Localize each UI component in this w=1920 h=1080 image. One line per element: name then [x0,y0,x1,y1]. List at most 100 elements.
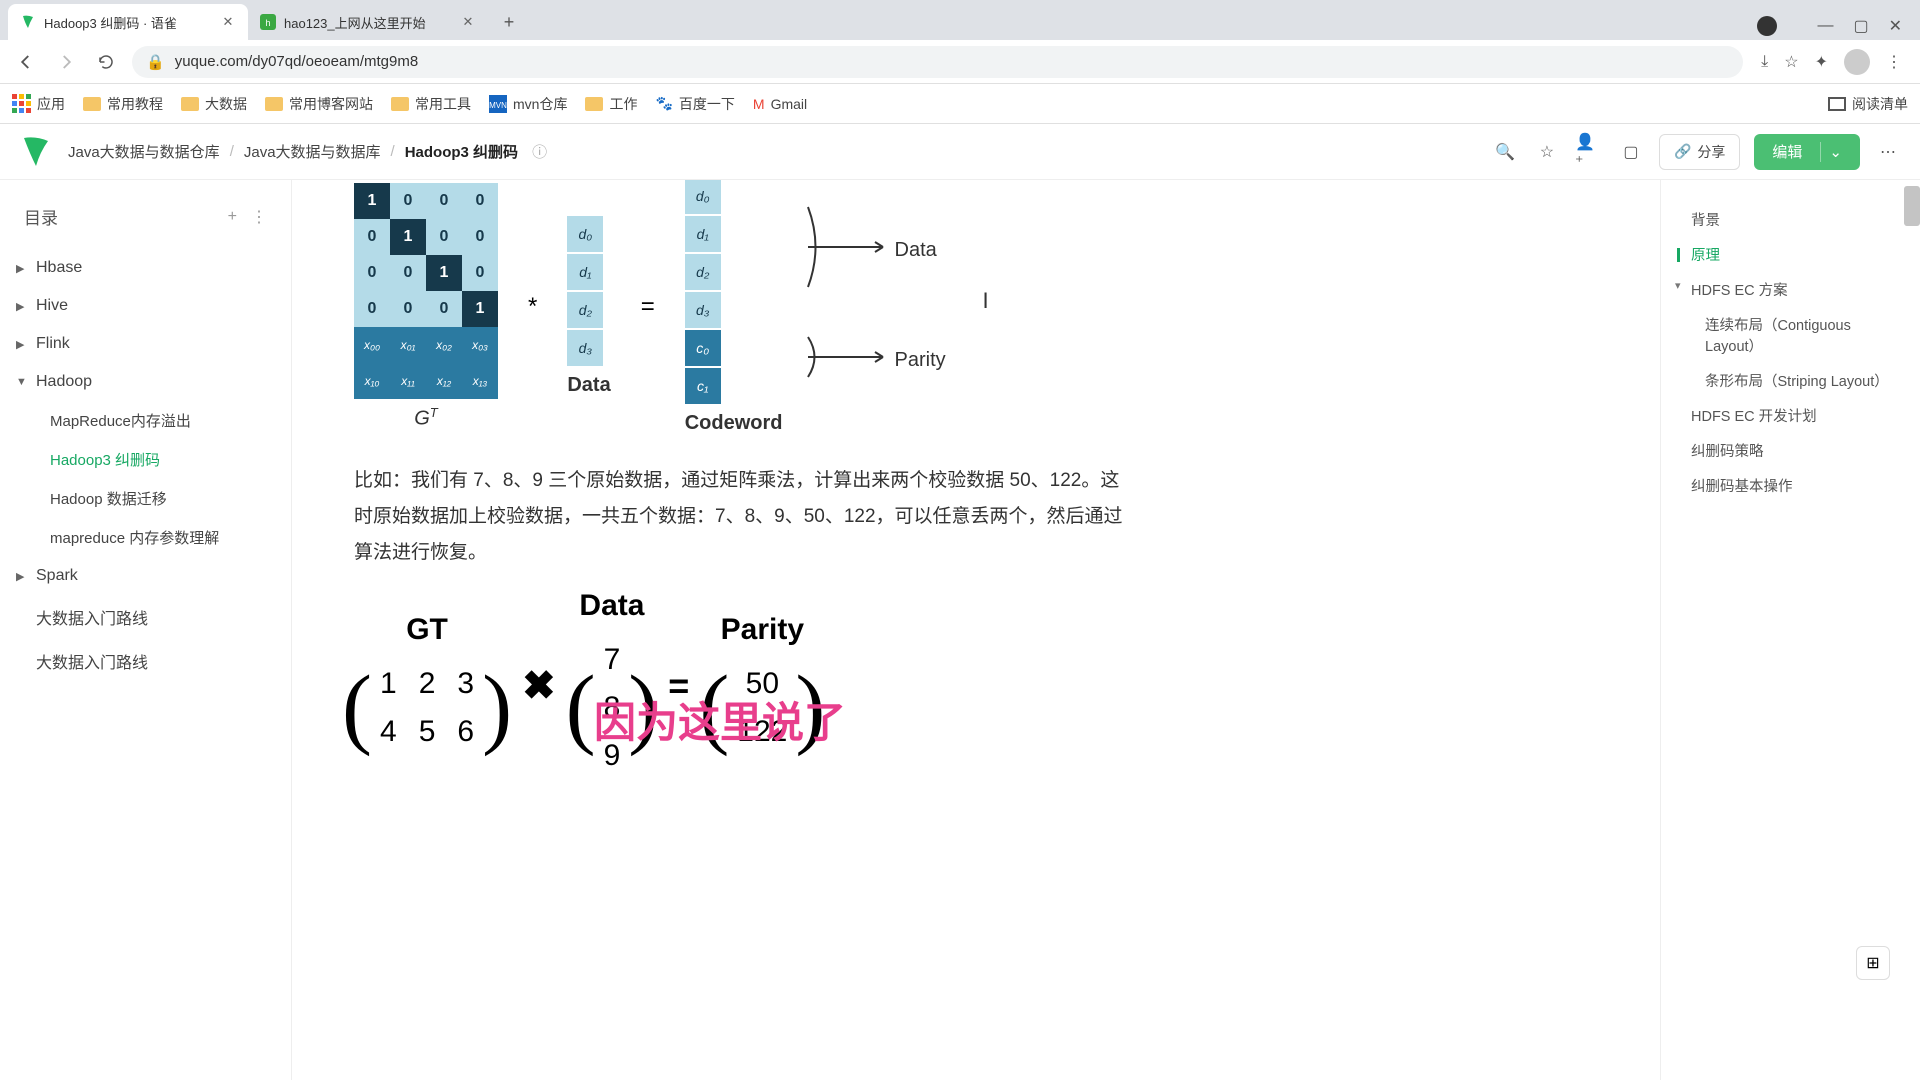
kebab-menu-icon[interactable]: ⋮ [1886,52,1902,72]
star-icon[interactable]: ☆ [1533,138,1561,166]
more-menu-icon[interactable]: ⋯ [1874,138,1902,166]
parity-matrix: ( 50122 ) [711,657,813,759]
browser-tabs-bar: Hadoop3 纠删码 · 语雀 ✕ h hao123_上网从这里开始 ✕ + … [0,0,1920,40]
caret-right-icon: ▶ [16,300,30,313]
bookmark-folder[interactable]: 工作 [585,94,637,114]
edit-button[interactable]: 编辑⌄ [1754,134,1860,170]
bookmarks-bar: 应用 常用教程 大数据 常用博客网站 常用工具 MVNmvn仓库 工作 🐾百度一… [0,84,1920,124]
toc-item-spark[interactable]: ▶Spark [10,557,281,595]
toc-menu-icon[interactable]: ⋮ [251,207,267,227]
reading-list-icon [1828,97,1846,111]
info-icon[interactable]: ⓘ [532,141,547,162]
close-window-icon[interactable]: ✕ [1889,16,1902,36]
toc-subitem[interactable]: MapReduce内存溢出 [44,401,281,440]
minimize-icon[interactable]: — [1817,17,1833,35]
profile-indicator-icon[interactable] [1757,16,1777,36]
yuque-logo-icon[interactable] [18,134,54,170]
close-tab-icon[interactable]: ✕ [460,14,476,30]
toc-item-hive[interactable]: ▶Hive [10,287,281,325]
article-paragraph: 比如：我们有 7、8、9 三个原始数据，通过矩阵乘法，计算出来两个校验数据 50… [354,463,1124,571]
search-icon[interactable]: 🔍 [1491,138,1519,166]
encoding-diagram: 1000010000100001x₀₀x₀₁x₀₂x₀₃x₁₀x₁₁x₁₂x₁₃… [354,180,1608,435]
folder-icon [585,97,603,111]
browser-tab-active[interactable]: Hadoop3 纠删码 · 语雀 ✕ [8,4,248,40]
bookmark-star-icon[interactable]: ☆ [1784,52,1798,72]
breadcrumb-item[interactable]: Java大数据与数据库 [244,141,381,162]
outline-item[interactable]: HDFS EC 方案 [1677,272,1904,307]
reload-button[interactable] [92,48,120,76]
folder-icon [391,97,409,111]
bookmark-folder[interactable]: 大数据 [181,94,247,114]
user-avatar-icon[interactable] [1844,49,1870,75]
parity-out-label: Parity [895,349,946,372]
breadcrumb-item[interactable]: Java大数据与数据仓库 [68,141,220,162]
url-text: yuque.com/dy07qd/oeoeam/mtg9m8 [175,53,418,70]
add-person-icon[interactable]: 👤⁺ [1575,138,1603,166]
browser-tab-inactive[interactable]: h hao123_上网从这里开始 ✕ [248,4,488,40]
data-out-label: Data [895,239,937,262]
link-icon: 🔗 [1674,143,1691,160]
reading-list-button[interactable]: 阅读清单 [1828,94,1908,114]
lock-icon: 🔒 [146,53,165,71]
caret-right-icon: ▶ [16,262,30,275]
outline-subitem[interactable]: 条形布局（Striping Layout） [1677,363,1904,398]
add-toc-item-icon[interactable]: + [228,208,237,226]
gt-title: GT [406,613,448,647]
outline-item[interactable]: 背景 [1677,202,1904,237]
share-button[interactable]: 🔗分享 [1659,134,1740,170]
equals-symbol: = [641,293,655,321]
multiply-symbol: * [528,293,537,321]
bookmark-folder[interactable]: 常用教程 [83,94,163,114]
install-icon[interactable]: ⤓ [1761,53,1768,71]
toc-item-hbase[interactable]: ▶Hbase [10,249,281,287]
outline-item-active[interactable]: 原理 [1677,237,1904,272]
data-vector: d₀d₁d₂d₃ [567,216,610,366]
extensions-icon[interactable]: ✦ [1815,52,1828,72]
outline-item[interactable]: 纠删码基本操作 [1677,468,1904,503]
baidu-icon: 🐾 [655,95,672,112]
left-toc: 目录 + ⋮ ▶Hbase ▶Hive ▶Flink ▼Hadoop MapRe… [0,180,292,1080]
present-icon[interactable]: ▢ [1617,138,1645,166]
gt-matrix: 1000010000100001x₀₀x₀₁x₀₂x₀₃x₁₀x₁₁x₁₂x₁₃ [354,183,498,399]
bookmark-item[interactable]: MGmail [753,96,807,112]
toc-subitem[interactable]: mapreduce 内存参数理解 [44,518,281,557]
caret-right-icon: ▶ [16,570,30,583]
svg-text:MVN: MVN [489,101,507,110]
bookmark-folder[interactable]: 常用工具 [391,94,471,114]
toc-item[interactable]: ▶大数据入门路线 [10,595,281,639]
new-tab-button[interactable]: + [494,7,524,37]
chevron-down-icon[interactable]: ⌄ [1829,143,1842,161]
url-input[interactable]: 🔒 yuque.com/dy07qd/oeoeam/mtg9m8 [132,46,1743,78]
caret-right-icon: ▶ [16,338,30,351]
caret-down-icon: ▼ [16,376,30,388]
outline-item[interactable]: 纠删码策略 [1677,433,1904,468]
bookmark-item[interactable]: MVNmvn仓库 [489,94,567,114]
maximize-icon[interactable]: ▢ [1853,16,1868,36]
address-bar: 🔒 yuque.com/dy07qd/oeoeam/mtg9m8 ⤓ ☆ ✦ ⋮ [0,40,1920,84]
outline-subitem[interactable]: 连续布局（Contiguous Layout） [1677,307,1904,363]
yuque-favicon-icon [20,14,36,30]
outline-item[interactable]: HDFS EC 开发计划 [1677,398,1904,433]
toc-item[interactable]: ▶大数据入门路线 [10,639,281,683]
toc-item-hadoop[interactable]: ▼Hadoop [10,363,281,401]
breadcrumb-sep: / [391,143,395,160]
back-button[interactable] [12,48,40,76]
toc-item-flink[interactable]: ▶Flink [10,325,281,363]
apps-button[interactable]: 应用 [12,94,65,114]
tab-title: hao123_上网从这里开始 [284,13,452,32]
bookmark-folder[interactable]: 常用博客网站 [265,94,373,114]
toc-subitem[interactable]: Hadoop 数据迁移 [44,479,281,518]
breadcrumb-current: Hadoop3 纠删码 [405,141,518,162]
codeword-vector: d₀d₁d₂d₃c₀c₁ [685,180,783,404]
scrollbar-thumb[interactable] [1904,186,1920,226]
window-controls: — ▢ ✕ [1739,16,1920,40]
gt-matrix-2: ( 123456 ) [354,657,500,759]
close-tab-icon[interactable]: ✕ [220,14,236,30]
toc-subitem-active[interactable]: Hadoop3 纠删码 [44,440,281,479]
bookmark-item[interactable]: 🐾百度一下 [655,94,734,114]
folder-icon [181,97,199,111]
forward-button [52,48,80,76]
parity-title: Parity [721,613,804,647]
breadcrumb: Java大数据与数据仓库 / Java大数据与数据库 / Hadoop3 纠删码… [68,141,547,162]
cursor-caret: I [983,288,989,314]
